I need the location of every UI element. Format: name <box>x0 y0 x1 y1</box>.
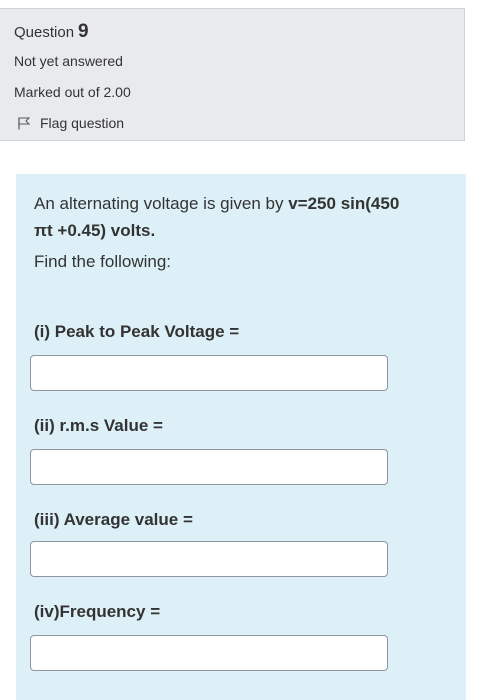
answer-input-rms[interactable] <box>30 449 388 485</box>
part-label-frequency: (iv)Frequency = <box>34 602 161 621</box>
question-content: An alternating voltage is given by v=250… <box>16 174 466 700</box>
answer-input-peak-to-peak[interactable] <box>30 355 388 391</box>
part-label-peak-to-peak: (i) Peak to Peak Voltage = <box>34 322 240 341</box>
question-title-text: Question <box>14 24 75 41</box>
flag-question-label: Flag question <box>40 115 125 131</box>
question-intro: An alternating voltage is given by <box>34 194 289 213</box>
part-label-average: (iii) Average value = <box>34 510 193 529</box>
equation-line-2: πt +0.45) volts. <box>34 221 156 240</box>
answer-input-average[interactable] <box>30 541 388 577</box>
question-state: Not yet answered <box>14 53 123 69</box>
question-text: An alternating voltage is given by v=250… <box>34 190 454 244</box>
flag-icon <box>18 117 31 130</box>
part-label-rms: (ii) r.m.s Value = <box>34 416 163 435</box>
question-info-panel: Question 9 Not yet answered Marked out of… <box>0 8 465 141</box>
answer-input-frequency[interactable] <box>30 635 388 671</box>
question-title: Question 9 <box>14 21 89 43</box>
question-number: 9 <box>78 21 89 42</box>
flag-question-link[interactable]: Flag question <box>18 115 124 131</box>
equation-line-1: v=250 sin(450 <box>288 194 400 213</box>
question-grade: Marked out of 2.00 <box>14 84 131 100</box>
find-instruction: Find the following: <box>34 252 172 271</box>
